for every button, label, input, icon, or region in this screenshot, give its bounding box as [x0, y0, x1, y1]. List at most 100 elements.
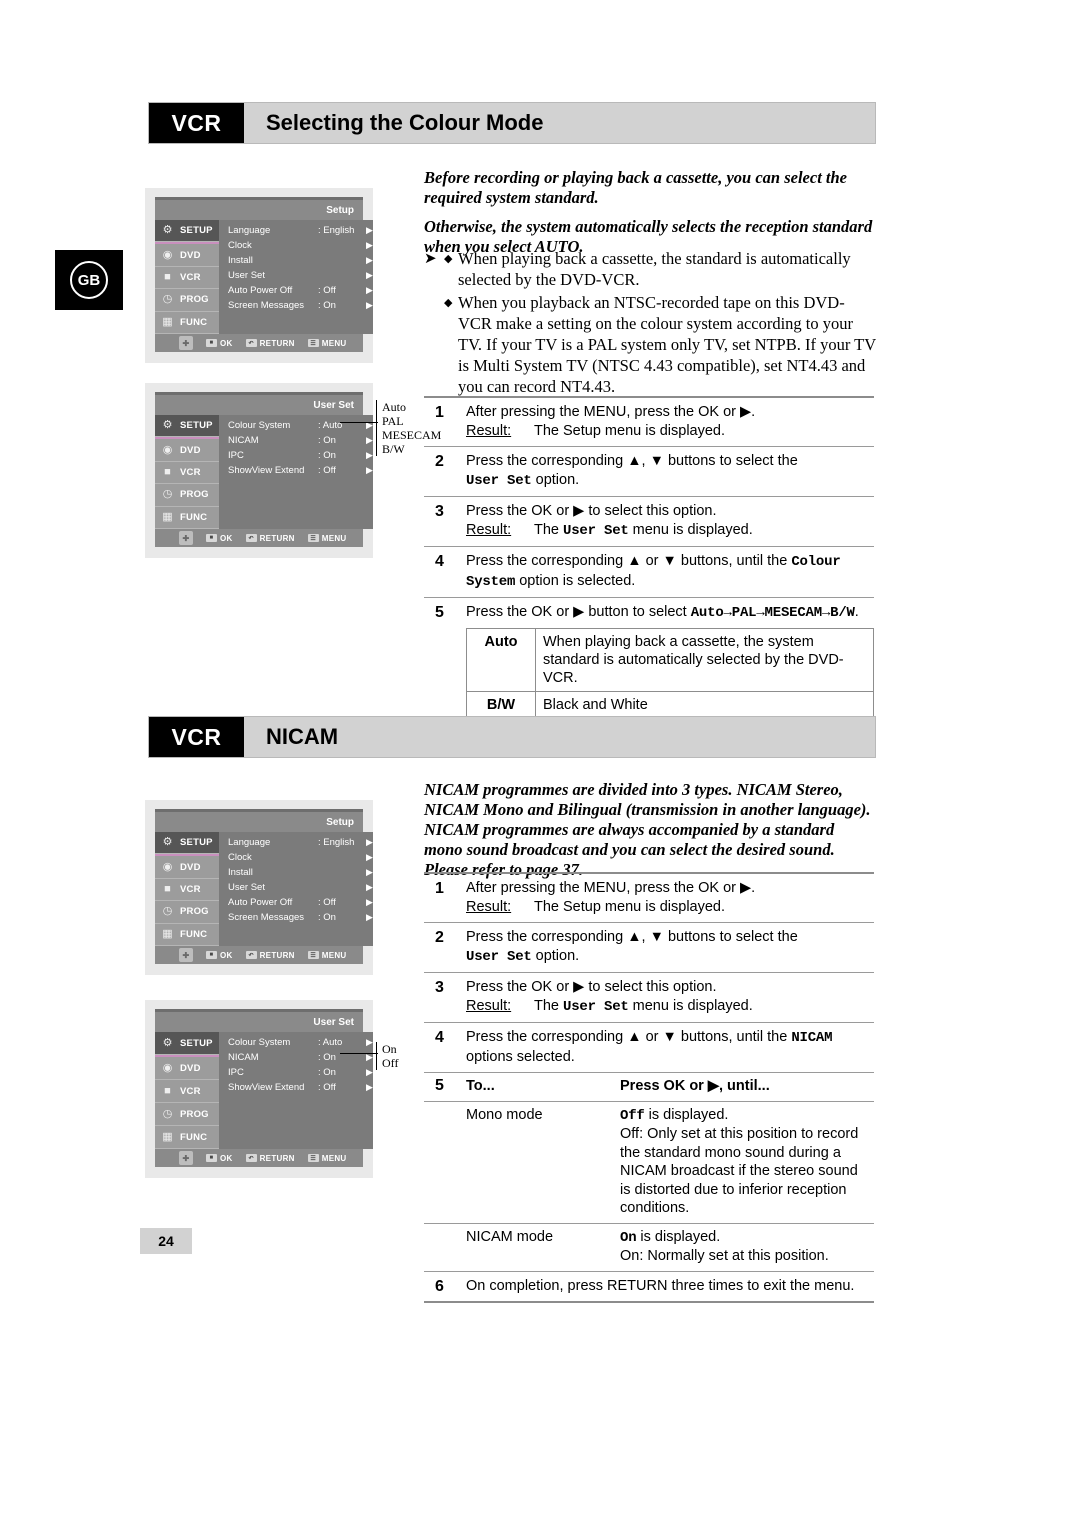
ok-key-icon: ■: [206, 339, 217, 347]
osd-sidebar-label: PROG: [180, 294, 209, 306]
osd-option-row[interactable]: Clock ▶: [219, 850, 373, 865]
chevron-right-icon: ▶: [366, 255, 373, 265]
step-text-tail: option.: [531, 472, 580, 488]
step-number: 1: [435, 880, 444, 897]
osd-sidebar-item-setup[interactable]: ⚙ SETUP: [155, 1032, 219, 1055]
step-body: Press the corresponding ▲ or ▼ buttons, …: [466, 1028, 874, 1067]
osd-sidebar-item-prog[interactable]: ◷ PROG: [155, 1103, 219, 1126]
osd-footer-ok[interactable]: ■ OK: [206, 1154, 233, 1163]
osd-sidebar-label: DVD: [180, 249, 201, 261]
chevron-right-icon: ▶: [366, 882, 373, 892]
osd-footer-menu[interactable]: ☰ MENU: [307, 1154, 347, 1163]
osd-option-row[interactable]: Auto Power Off: Off ▶: [219, 895, 373, 910]
step-number: 2: [435, 929, 444, 946]
osd-sidebar-item-dvd[interactable]: ◉ DVD: [155, 242, 219, 267]
osd-sidebar-item-vcr[interactable]: ■ VCR: [155, 462, 219, 485]
osd-option-row[interactable]: Colour System: Auto ▶: [219, 418, 373, 433]
osd-option-row[interactable]: User Set ▶: [219, 880, 373, 895]
osd-option-row[interactable]: Install ▶: [219, 865, 373, 880]
vcr-tape-icon: ■: [164, 271, 171, 284]
osd-footer-menu[interactable]: ☰ MENU: [307, 950, 347, 960]
osd-sidebar-item-dvd[interactable]: ◉ DVD: [155, 1055, 219, 1080]
osd-option-row[interactable]: User Set ▶: [219, 268, 373, 283]
osd-option-list: Language: English ▶ Clock ▶ Install ▶ User …: [219, 220, 373, 334]
osd-option-row[interactable]: Colour System: Auto ▶: [219, 1035, 373, 1050]
osd-option-row[interactable]: Screen Messages: On ▶: [219, 298, 373, 313]
chevron-right-icon: ▶: [366, 912, 373, 922]
osd-option-label: Language: [228, 225, 271, 236]
chevron-right-icon: ▶: [366, 225, 373, 235]
step-result: Result: The User Set menu is displayed.: [466, 997, 872, 1017]
osd-sidebar-item-setup[interactable]: ⚙ SETUP: [155, 832, 219, 855]
osd-footer-ok[interactable]: ■ OK: [206, 951, 233, 960]
hand-grid-icon: ▦: [162, 510, 173, 523]
osd-sidebar-item-prog[interactable]: ◷ PROG: [155, 484, 219, 507]
osd-option-row[interactable]: Clock ▶: [219, 238, 373, 253]
osd-footer-label: OK: [220, 1153, 233, 1163]
osd-sidebar-item-setup[interactable]: ⚙ SETUP: [155, 415, 219, 438]
dvd-disc-icon: ◉: [162, 443, 173, 456]
mode-detail: Off: Only set at this position to record…: [620, 1126, 859, 1216]
osd-sidebar-item-vcr[interactable]: ■ VCR: [155, 879, 219, 902]
osd-sidebar-item-prog[interactable]: ◷ PROG: [155, 901, 219, 924]
osd-option-row[interactable]: IPC: On ▶: [219, 448, 373, 463]
osd-footer-return[interactable]: ↶ RETURN: [245, 1154, 295, 1163]
result-suffix: menu is displayed.: [628, 998, 753, 1014]
osd-sidebar-item-func[interactable]: ▦ FUNC: [155, 924, 219, 947]
osd-option-row[interactable]: Auto Power Off: Off ▶: [219, 283, 373, 298]
osd-sidebar-item-vcr[interactable]: ■ VCR: [155, 1080, 219, 1103]
osd-option-label: Screen Messages: [228, 300, 305, 311]
osd-sidebar-item-dvd[interactable]: ◉ DVD: [155, 437, 219, 462]
osd-sidebar-item-vcr[interactable]: ■ VCR: [155, 267, 219, 290]
section-header-nicam: VCR NICAM: [148, 716, 876, 758]
spacer-cell: [424, 1101, 466, 1224]
ok-key-icon: ■: [206, 951, 217, 959]
osd-sidebar-item-func[interactable]: ▦ FUNC: [155, 507, 219, 530]
definition-key: Auto: [466, 628, 536, 692]
osd-footer-ok[interactable]: ■ OK: [206, 339, 233, 348]
osd-sidebar-label: VCR: [180, 1085, 201, 1097]
osd-option-value: : On: [318, 450, 336, 461]
osd-sidebar-item-func[interactable]: ▦ FUNC: [155, 1126, 219, 1149]
vcr-tape-icon: ■: [164, 466, 171, 479]
result-label: Result:: [466, 522, 512, 538]
osd-footer-label: MENU: [321, 950, 347, 960]
mode-detail: On: Normally set at this position.: [620, 1248, 829, 1264]
clock-icon: ◷: [162, 905, 173, 918]
osd-footer-return[interactable]: ↶ RETURN: [245, 534, 295, 543]
step-row: 1 After pressing the MENU, press the OK …: [424, 874, 874, 923]
table-row: Auto When playing back a cassette, the s…: [466, 628, 874, 692]
dpad-icon: ✚: [179, 1151, 193, 1165]
osd-option-row[interactable]: Install ▶: [219, 253, 373, 268]
osd-option-row[interactable]: NICAM: On ▶: [219, 433, 373, 448]
step-text: Press the OK or ▶ to select this option.: [466, 503, 717, 519]
osd-option-row[interactable]: ShowView Extend: Off ▶: [219, 1080, 373, 1095]
osd-option-row[interactable]: IPC: On ▶: [219, 1065, 373, 1080]
osd-footer-menu[interactable]: ☰ MENU: [307, 339, 347, 348]
osd-option-label: Auto Power Off: [228, 897, 293, 908]
osd-sidebar-item-func[interactable]: ▦ FUNC: [155, 312, 219, 335]
osd-option-value: : On: [318, 435, 336, 446]
osd-title: User Set: [155, 395, 363, 415]
osd-footer-menu[interactable]: ☰ MENU: [307, 534, 347, 543]
osd-sidebar-label: VCR: [180, 272, 201, 284]
result-label: Result:: [466, 998, 512, 1014]
result-text: The Setup menu is displayed.: [534, 423, 726, 439]
osd-footer-return[interactable]: ↶ RETURN: [245, 339, 295, 348]
osd-footer-ok[interactable]: ■ OK: [206, 534, 233, 543]
osd-option-label: Colour System: [228, 420, 291, 431]
osd-sidebar-item-prog[interactable]: ◷ PROG: [155, 289, 219, 312]
osd-sidebar-item-setup[interactable]: ⚙ SETUP: [155, 220, 219, 243]
osd-option-row[interactable]: Language: English ▶: [219, 223, 373, 238]
intro-paragraph-1: Before recording or playing back a casse…: [424, 168, 847, 207]
osd-option-row[interactable]: ShowView Extend: Off ▶: [219, 463, 373, 478]
osd-sidebar-item-dvd[interactable]: ◉ DVD: [155, 854, 219, 879]
menu-key-icon: ☰: [307, 1154, 319, 1162]
osd-footer-return[interactable]: ↶ RETURN: [245, 951, 295, 960]
definition-key: B/W: [466, 691, 536, 719]
osd-option-row[interactable]: Language: English ▶: [219, 835, 373, 850]
osd-body: ⚙ SETUP ◉ DVD ■ VCR ◷ PROG: [155, 832, 373, 947]
section-tag-vcr: VCR: [149, 103, 244, 143]
osd-option-row[interactable]: Screen Messages: On ▶: [219, 910, 373, 925]
clock-icon: ◷: [162, 1107, 173, 1120]
